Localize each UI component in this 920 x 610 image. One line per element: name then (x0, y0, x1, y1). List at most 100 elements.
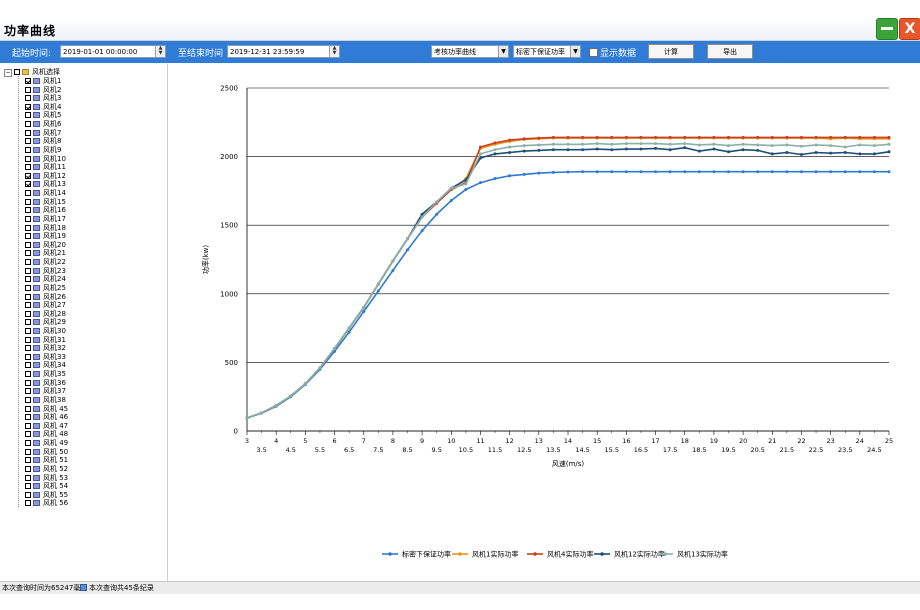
tree-item-checkbox[interactable] (25, 207, 31, 214)
tree-item[interactable]: 风机32 (25, 344, 66, 352)
tree-item[interactable]: 风机3 (25, 94, 61, 102)
tree-item[interactable]: 风机6 (25, 120, 61, 128)
tree-item-checkbox[interactable] (25, 371, 31, 378)
tree-item-checkbox[interactable] (25, 181, 31, 188)
tree-item[interactable]: 风机 47 (25, 422, 68, 430)
tree-item[interactable]: 风机36 (25, 379, 66, 387)
tree-item-checkbox[interactable] (25, 267, 31, 274)
tree-item-checkbox[interactable] (25, 233, 31, 240)
tree-item-checkbox[interactable] (25, 448, 31, 455)
tree-item[interactable]: 风机 49 (25, 439, 68, 447)
tree-item[interactable]: 风机9 (25, 146, 61, 154)
close-button[interactable]: X (899, 18, 920, 40)
tree-item-checkbox[interactable] (25, 293, 31, 300)
tree-item[interactable]: 风机14 (25, 189, 66, 197)
tree-item-checkbox[interactable] (25, 440, 31, 447)
tree-item[interactable]: 风机2 (25, 86, 61, 94)
tree-item-checkbox[interactable] (25, 396, 31, 403)
tree-item[interactable]: 风机29 (25, 318, 66, 326)
tree-item[interactable]: 风机 55 (25, 491, 68, 499)
tree-expander-icon[interactable]: − (4, 69, 12, 77)
tree-item[interactable]: 风机8 (25, 137, 61, 145)
start-time-spinner-icon[interactable]: ▲ ▼ (155, 46, 165, 57)
tree-item[interactable]: 风机13 (25, 180, 66, 188)
tree-item-checkbox[interactable] (25, 241, 31, 248)
tree-item[interactable]: 风机4 (25, 103, 61, 111)
tree-item[interactable]: 风机22 (25, 258, 66, 266)
tree-item-checkbox[interactable] (25, 250, 31, 257)
chevron-down-icon[interactable]: ▼ (498, 46, 508, 57)
tree-item-checkbox[interactable] (25, 405, 31, 412)
tree-item-checkbox[interactable] (25, 362, 31, 369)
tree-item[interactable]: 风机38 (25, 396, 66, 404)
tree-item-checkbox[interactable] (25, 465, 31, 472)
show-data-checkbox[interactable] (589, 48, 598, 57)
tree-item-checkbox[interactable] (25, 190, 31, 197)
tree-item[interactable]: 风机35 (25, 370, 66, 378)
tree-item-checkbox[interactable] (25, 259, 31, 266)
tree-item-checkbox[interactable] (25, 302, 31, 309)
tree-item[interactable]: 风机7 (25, 129, 61, 137)
tree-item[interactable]: 风机12 (25, 172, 66, 180)
tree-item-checkbox[interactable] (25, 414, 31, 421)
tree-item[interactable]: 风机 48 (25, 430, 68, 438)
tree-item-checkbox[interactable] (25, 172, 31, 179)
tree-item-checkbox[interactable] (25, 198, 31, 205)
tree-item[interactable]: 风机19 (25, 232, 66, 240)
tree-item-checkbox[interactable] (25, 215, 31, 222)
tree-item-checkbox[interactable] (25, 121, 31, 128)
tree-item-checkbox[interactable] (25, 431, 31, 438)
tree-item-checkbox[interactable] (25, 146, 31, 153)
tree-item[interactable]: 风机34 (25, 361, 66, 369)
minimize-button[interactable] (876, 18, 898, 40)
tree-item-checkbox[interactable] (25, 353, 31, 360)
tree-item[interactable]: 风机23 (25, 267, 66, 275)
tree-item-checkbox[interactable] (25, 483, 31, 490)
tree-item-checkbox[interactable] (25, 327, 31, 334)
tree-item[interactable]: 风机11 (25, 163, 66, 171)
tree-item-checkbox[interactable] (25, 379, 31, 386)
tree-item-checkbox[interactable] (25, 422, 31, 429)
tree-item[interactable]: 风机 56 (25, 499, 68, 507)
tree-item[interactable]: 风机 51 (25, 456, 68, 464)
tree-item-checkbox[interactable] (25, 345, 31, 352)
curve-type-select[interactable]: 考核功率曲线 ▼ (431, 45, 509, 58)
tree-item-checkbox[interactable] (25, 103, 31, 110)
tree-item[interactable]: 风机21 (25, 249, 66, 257)
tree-root-checkbox[interactable] (14, 69, 20, 75)
tree-item-checkbox[interactable] (25, 112, 31, 119)
tree-item-checkbox[interactable] (25, 388, 31, 395)
tree-item-checkbox[interactable] (25, 500, 31, 507)
tree-item-checkbox[interactable] (25, 86, 31, 93)
tree-item[interactable]: 风机20 (25, 241, 66, 249)
tree-item[interactable]: 风机1 (25, 77, 61, 85)
chevron-down-icon[interactable]: ▼ (570, 46, 580, 57)
tree-item[interactable]: 风机16 (25, 206, 66, 214)
tree-item-checkbox[interactable] (25, 155, 31, 162)
start-time-picker[interactable]: 2019-01-01 00:00:00 ▲ ▼ (60, 45, 166, 58)
tree-item-checkbox[interactable] (25, 129, 31, 136)
tree-item[interactable]: 风机 54 (25, 482, 68, 490)
calculate-button[interactable]: 计算 (648, 44, 694, 59)
tree-item-checkbox[interactable] (25, 319, 31, 326)
tree-item[interactable]: 风机24 (25, 275, 66, 283)
tree-item[interactable]: 风机17 (25, 215, 66, 223)
tree-item-checkbox[interactable] (25, 78, 31, 84)
end-time-picker[interactable]: 2019-12-31 23:59:59 ▲ ▼ (227, 45, 340, 58)
tree-item[interactable]: 风机26 (25, 293, 66, 301)
tree-item-checkbox[interactable] (25, 310, 31, 317)
tree-item[interactable]: 风机31 (25, 336, 66, 344)
tree-item-checkbox[interactable] (25, 284, 31, 291)
tree-item-checkbox[interactable] (25, 95, 31, 102)
tree-item-checkbox[interactable] (25, 457, 31, 464)
reference-curve-select[interactable]: 标密下保证功率 ▼ (513, 45, 581, 58)
tree-item-checkbox[interactable] (25, 164, 31, 171)
tree-item[interactable]: 风机 50 (25, 448, 68, 456)
tree-item[interactable]: 风机25 (25, 284, 66, 292)
tree-item-checkbox[interactable] (25, 138, 31, 145)
tree-item-checkbox[interactable] (25, 474, 31, 481)
tree-item-checkbox[interactable] (25, 276, 31, 283)
tree-item-checkbox[interactable] (25, 491, 31, 498)
tree-item-checkbox[interactable] (25, 224, 31, 231)
tree-item[interactable]: 风机18 (25, 224, 66, 232)
